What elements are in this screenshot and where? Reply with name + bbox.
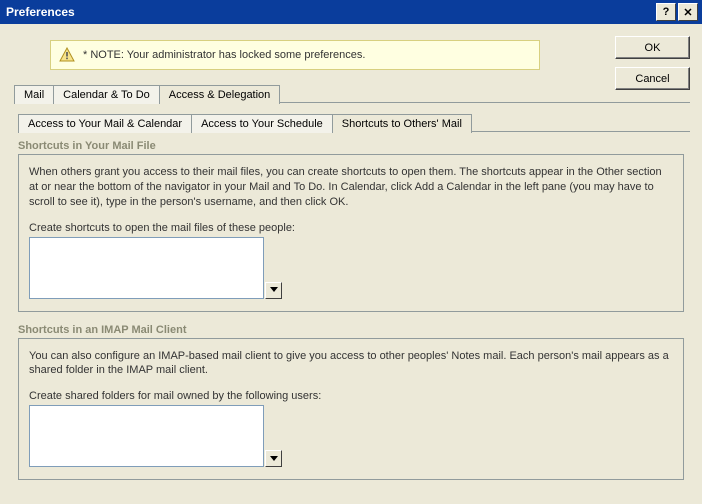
section-shortcuts-imap: Shortcuts in an IMAP Mail Client You can… <box>18 324 684 481</box>
shortcuts-people-label: Create shortcuts to open the mail files … <box>29 222 673 234</box>
subtab-access-schedule[interactable]: Access to Your Schedule <box>191 114 333 133</box>
section-title: Shortcuts in an IMAP Mail Client <box>18 324 684 336</box>
main-tabs: Mail Calendar & To Do Access & Delegatio… <box>14 84 690 103</box>
cancel-button[interactable]: Cancel <box>615 67 690 90</box>
help-button[interactable]: ? <box>656 3 676 21</box>
subtab-access-mail-calendar[interactable]: Access to Your Mail & Calendar <box>18 114 192 133</box>
section-description: You can also configure an IMAP-based mai… <box>29 349 669 379</box>
section-shortcuts-mailfile: Shortcuts in Your Mail File When others … <box>18 140 684 312</box>
close-icon: ✕ <box>683 6 692 19</box>
shared-folders-picker[interactable] <box>265 450 282 467</box>
locked-note: * NOTE: Your administrator has locked so… <box>50 40 540 70</box>
section-description: When others grant you access to their ma… <box>29 165 669 210</box>
ok-button[interactable]: OK <box>615 36 690 59</box>
tab-access-delegation[interactable]: Access & Delegation <box>159 85 281 104</box>
tab-divider <box>279 102 690 103</box>
shared-folders-input[interactable] <box>29 405 264 467</box>
chevron-down-icon <box>270 453 278 465</box>
help-icon: ? <box>663 6 670 18</box>
warning-icon <box>59 47 75 63</box>
shortcuts-people-picker[interactable] <box>265 282 282 299</box>
tab-calendar-todo[interactable]: Calendar & To Do <box>53 85 160 104</box>
title-bar: Preferences ? ✕ <box>0 0 702 24</box>
window-title: Preferences <box>6 5 654 19</box>
shared-folders-label: Create shared folders for mail owned by … <box>29 390 673 402</box>
shortcuts-people-input[interactable] <box>29 237 264 299</box>
chevron-down-icon <box>270 284 278 296</box>
tab-mail[interactable]: Mail <box>14 85 54 104</box>
subtab-divider <box>471 131 690 132</box>
subtab-shortcuts-others-mail[interactable]: Shortcuts to Others' Mail <box>332 114 472 133</box>
sub-tabs: Access to Your Mail & Calendar Access to… <box>18 113 690 132</box>
close-button[interactable]: ✕ <box>678 3 698 21</box>
locked-note-text: * NOTE: Your administrator has locked so… <box>83 49 365 61</box>
section-title: Shortcuts in Your Mail File <box>18 140 684 152</box>
